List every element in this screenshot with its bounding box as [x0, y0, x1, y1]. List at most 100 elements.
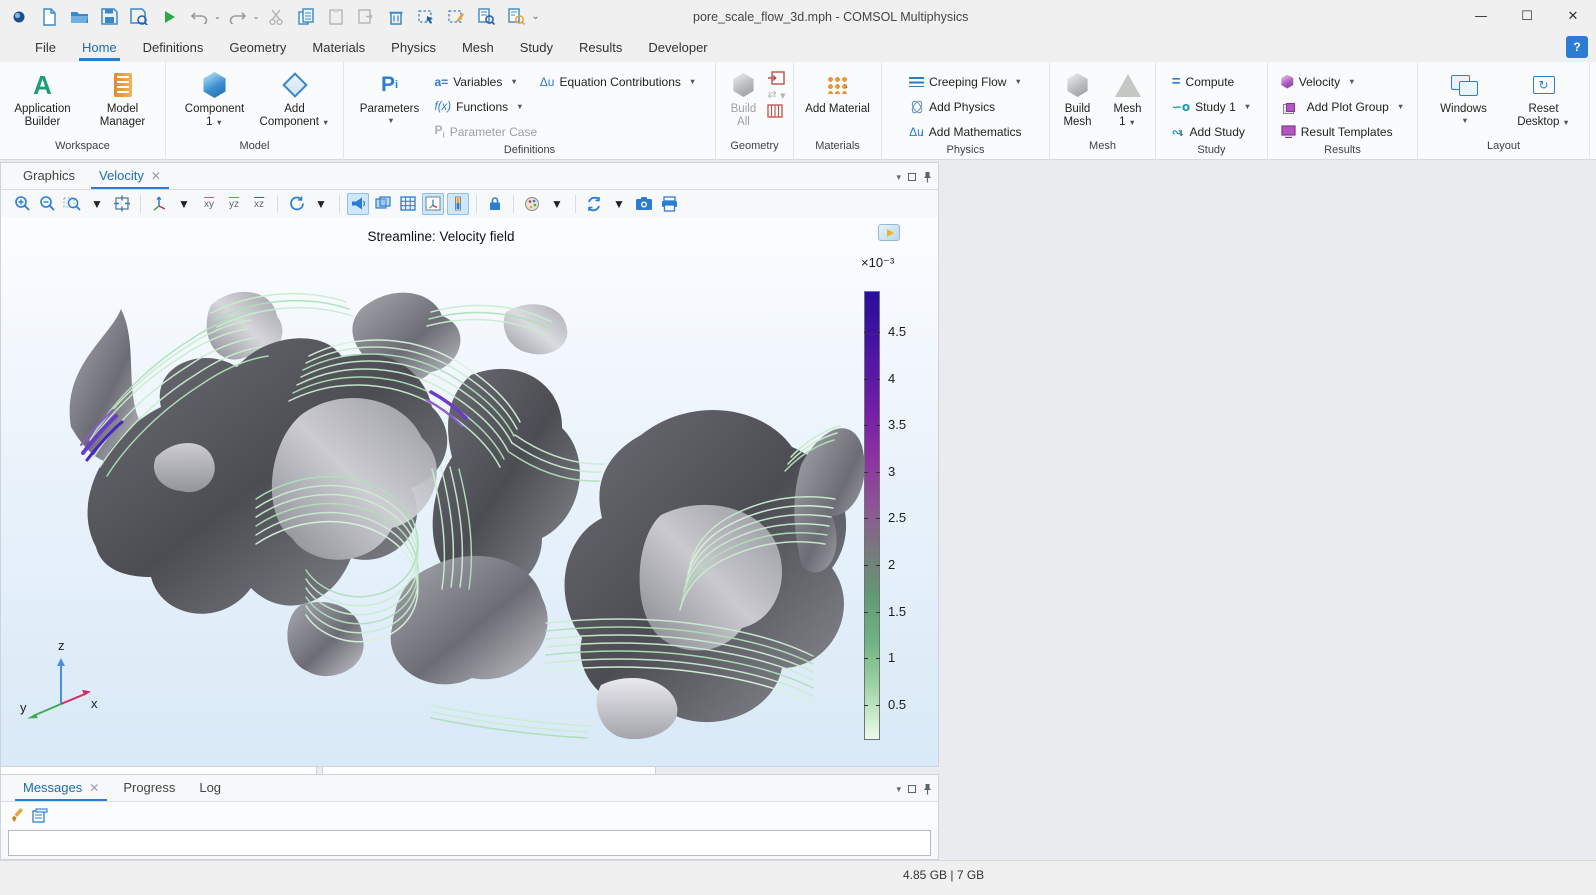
- legend-tick: 3: [888, 464, 928, 479]
- mesh-1-button[interactable]: Mesh 1▼: [1104, 67, 1152, 129]
- menu-geometry[interactable]: Geometry: [216, 33, 299, 62]
- menu-home[interactable]: Home: [69, 33, 130, 62]
- menu-study[interactable]: Study: [507, 33, 566, 62]
- clear-messages-icon[interactable]: [11, 807, 24, 823]
- equation-contributions-button[interactable]: ΔuEquation Contributions▼: [540, 69, 697, 94]
- rotate-button[interactable]: [285, 193, 307, 215]
- add-material-button[interactable]: ↓ Add Material: [803, 67, 873, 116]
- panel-menu-caret[interactable]: ▾: [896, 172, 901, 183]
- menu-developer[interactable]: Developer: [635, 33, 720, 62]
- tab-velocity[interactable]: Velocity✕: [89, 168, 171, 189]
- add-mathematics-button[interactable]: Δu↓Add Mathematics: [909, 119, 1022, 144]
- menu-file[interactable]: File: [22, 33, 69, 62]
- tab-messages[interactable]: Messages✕: [13, 780, 109, 801]
- color-legend-button[interactable]: [447, 193, 469, 215]
- result-templates-button[interactable]: Result Templates: [1281, 119, 1405, 144]
- undo-button[interactable]: [186, 5, 212, 29]
- view-yz-button[interactable]: yz: [223, 193, 245, 215]
- lock-view-button[interactable]: [484, 193, 506, 215]
- add-component-icon: [286, 70, 304, 100]
- menu-physics[interactable]: Physics: [378, 33, 449, 62]
- messages-output-box[interactable]: [8, 830, 931, 856]
- title-bar: ⌄ ⌄ ⌄ pore_scale_flow_3d.mph - COMSOL Mu…: [0, 0, 1596, 33]
- select-box-button[interactable]: [413, 5, 439, 29]
- ribbon-group-results: Velocity▼ Add Plot Group▼ Result Templat…: [1268, 62, 1418, 160]
- new-file-button[interactable]: [36, 5, 62, 29]
- view-xy-button[interactable]: xy: [198, 193, 220, 215]
- creeping-flow-ribbon-button[interactable]: Creeping Flow▼: [909, 69, 1022, 94]
- virtual-operations-icon[interactable]: [767, 104, 785, 118]
- menu-results[interactable]: Results: [566, 33, 635, 62]
- ribbon: A Application Builder Model Manager Work…: [0, 62, 1596, 160]
- maximize-button[interactable]: ☐: [1504, 0, 1550, 33]
- study-1-button[interactable]: ∽oStudy 1▼: [1172, 94, 1251, 119]
- copy-button[interactable]: [293, 5, 319, 29]
- pin-panel-icon[interactable]: [923, 783, 932, 795]
- open-file-button[interactable]: [66, 5, 92, 29]
- find-replace-button[interactable]: [503, 5, 529, 29]
- transparency-button[interactable]: [372, 193, 394, 215]
- go-to-view-button[interactable]: [148, 193, 170, 215]
- undo-menu-caret[interactable]: ⌄: [214, 12, 221, 21]
- float-panel-icon[interactable]: [908, 785, 916, 793]
- build-all-icon: [732, 70, 754, 100]
- minimize-button[interactable]: —: [1458, 0, 1504, 33]
- add-physics-button[interactable]: Add Physics: [909, 94, 1022, 119]
- import-geometry-icon[interactable]: [767, 71, 785, 85]
- reset-desktop-button[interactable]: ↻ Reset Desktop▼: [1505, 67, 1583, 129]
- view-xz-button[interactable]: xz: [248, 193, 270, 215]
- snapshot-button[interactable]: [633, 193, 655, 215]
- print-button[interactable]: [658, 193, 680, 215]
- save-button[interactable]: [96, 5, 122, 29]
- axis-orientation-button[interactable]: [422, 193, 444, 215]
- redo-button[interactable]: [225, 5, 251, 29]
- model-manager-button[interactable]: Model Manager: [84, 67, 162, 129]
- add-study-button[interactable]: ∾↓Add Study: [1172, 119, 1251, 144]
- application-builder-button[interactable]: A Application Builder: [4, 67, 82, 129]
- qat-customize-caret[interactable]: ⌄: [531, 11, 539, 22]
- close-button[interactable]: ✕: [1550, 0, 1596, 33]
- color-theme-button[interactable]: [521, 193, 543, 215]
- close-tab-icon[interactable]: ✕: [89, 781, 99, 795]
- menu-definitions[interactable]: Definitions: [130, 33, 217, 62]
- component-1-button[interactable]: Component 1▼: [176, 67, 254, 129]
- save-as-button[interactable]: [126, 5, 152, 29]
- parameters-button[interactable]: Pi Parameters ▼: [355, 67, 425, 125]
- zoom-out-button[interactable]: [36, 193, 58, 215]
- clear-selection-button[interactable]: [443, 5, 469, 29]
- result-templates-icon: [1281, 125, 1296, 138]
- panel-menu-caret[interactable]: ▾: [896, 784, 901, 795]
- update-plot-button[interactable]: [583, 193, 605, 215]
- ribbon-group-study: =Compute ∽oStudy 1▼ ∾↓Add Study Study: [1156, 62, 1268, 160]
- tab-progress[interactable]: Progress: [113, 780, 185, 801]
- menu-materials[interactable]: Materials: [299, 33, 378, 62]
- compute-button[interactable]: =Compute: [1172, 69, 1251, 94]
- tab-graphics[interactable]: Graphics: [13, 168, 85, 189]
- variables-button[interactable]: a=Variables▼: [435, 69, 518, 94]
- menu-mesh[interactable]: Mesh: [449, 33, 507, 62]
- comsol-logo-icon: [6, 5, 32, 29]
- zoom-box-button[interactable]: [61, 193, 83, 215]
- functions-button[interactable]: f(x)Functions▼: [435, 94, 705, 119]
- copy-messages-icon[interactable]: [32, 808, 48, 823]
- float-panel-icon[interactable]: [908, 173, 916, 181]
- velocity-plot-button[interactable]: Velocity▼: [1281, 69, 1405, 94]
- zoom-extents-button[interactable]: [111, 193, 133, 215]
- run-button[interactable]: [156, 5, 182, 29]
- zoom-in-button[interactable]: [11, 193, 33, 215]
- build-mesh-button[interactable]: Build Mesh: [1054, 67, 1102, 129]
- tab-log[interactable]: Log: [189, 780, 231, 801]
- variables-icon: a=: [435, 75, 449, 89]
- grid-button[interactable]: [397, 193, 419, 215]
- pin-panel-icon[interactable]: [923, 171, 932, 183]
- windows-button[interactable]: Windows ▼: [1425, 67, 1503, 125]
- delete-button[interactable]: [383, 5, 409, 29]
- help-button[interactable]: ?: [1566, 36, 1588, 58]
- find-button[interactable]: [473, 5, 499, 29]
- scene-light-button[interactable]: [347, 193, 369, 215]
- add-plot-group-button[interactable]: Add Plot Group▼: [1281, 94, 1405, 119]
- add-component-button[interactable]: Add Component▼: [256, 67, 334, 129]
- graphics-canvas[interactable]: Streamline: Velocity field: [0, 217, 939, 767]
- close-tab-icon[interactable]: ✕: [151, 169, 161, 183]
- redo-menu-caret[interactable]: ⌄: [253, 12, 260, 21]
